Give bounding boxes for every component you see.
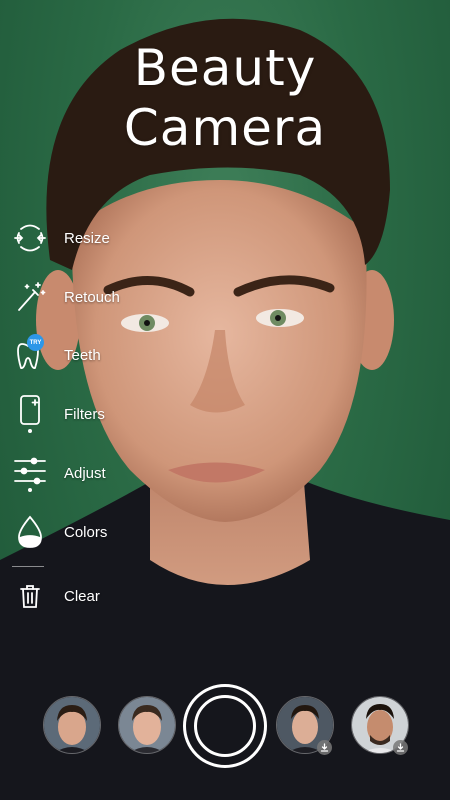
preset-thumbnail[interactable]: [43, 696, 101, 754]
try-badge: TRY: [27, 334, 44, 351]
menu-item-resize[interactable]: Resize: [0, 214, 200, 262]
menu-item-filters[interactable]: Filters: [0, 390, 200, 438]
magic-wand-icon: [12, 277, 48, 317]
resize-face-icon: [12, 218, 48, 258]
menu-item-retouch[interactable]: Retouch: [0, 273, 200, 321]
menu-divider: [12, 566, 44, 567]
shutter-button[interactable]: [183, 684, 267, 768]
menu-label-adjust: Adjust: [64, 464, 106, 482]
menu-item-adjust[interactable]: Adjust: [0, 449, 200, 497]
camera-screen: Beauty Camera Resize Retouch Teeth TRY F…: [0, 0, 450, 800]
menu-label-retouch: Retouch: [64, 288, 120, 306]
app-title: Beauty Camera: [0, 38, 450, 158]
drop-icon: [12, 512, 48, 552]
menu-item-clear[interactable]: Clear: [0, 572, 200, 620]
app-title-text: Beauty Camera: [123, 39, 327, 157]
phone-sparkle-icon: [12, 394, 48, 434]
sliders-icon: [12, 453, 48, 493]
download-icon: [393, 740, 408, 755]
menu-label-teeth: Teeth: [64, 346, 101, 364]
shutter-inner-ring: [194, 695, 256, 757]
menu-label-filters: Filters: [64, 405, 105, 423]
menu-item-colors[interactable]: Colors: [0, 508, 200, 556]
menu-label-resize: Resize: [64, 229, 110, 247]
preset-thumbnail[interactable]: [118, 696, 176, 754]
bottom-bar: [0, 684, 450, 768]
download-icon: [317, 740, 332, 755]
menu-label-clear: Clear: [64, 587, 100, 605]
trash-icon: [12, 576, 48, 616]
menu-label-colors: Colors: [64, 523, 108, 541]
